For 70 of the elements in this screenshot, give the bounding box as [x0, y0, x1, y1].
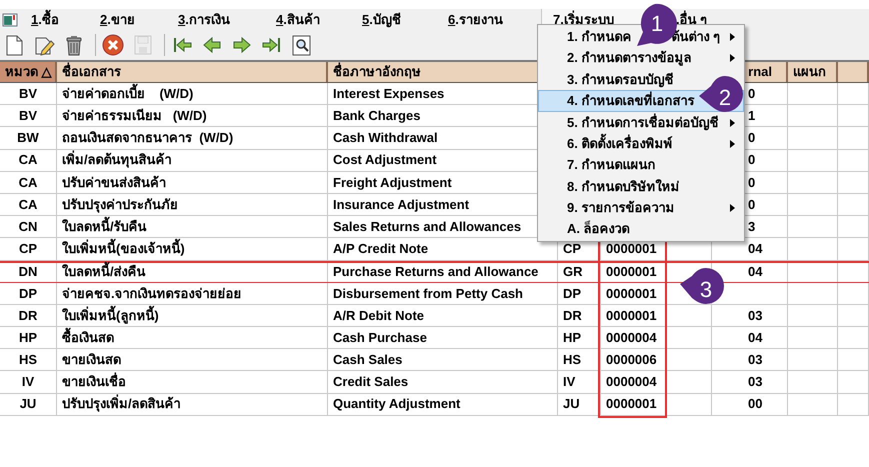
table-cell: 0000006 [601, 349, 712, 370]
table-cell: 03 [712, 349, 788, 370]
table-cell: HS [558, 349, 601, 370]
table-cell: 03 [712, 304, 788, 326]
table-cell: ถอนเงินสดจากธนาคาร (W/D) [57, 127, 328, 149]
submenu-arrow-icon [730, 54, 735, 62]
cancel-icon[interactable] [100, 32, 126, 58]
table-cell: ใบเพิ่มหนี้(ลูกหนี้) [57, 304, 328, 326]
table-cell: ใบเพิ่มหนี้(ของเจ้าหนี้) [57, 238, 328, 260]
table-cell: ใบลดหนี้/ส่งคืน [57, 262, 328, 282]
menu-item[interactable]: 1.ซื้อ [20, 9, 89, 30]
table-cell: Purchase Returns and Allowance [328, 262, 558, 282]
table-cell: เพิ่ม/ลดต้นทุนสินค้า [57, 150, 328, 171]
table-cell: BW [0, 127, 57, 149]
column-header[interactable]: หมวด △ [0, 62, 57, 82]
table-cell: Cash Purchase [328, 327, 558, 348]
table-cell: JU [0, 394, 57, 415]
menu-item[interactable]: 4.สินค้า [265, 9, 351, 30]
app-icon [2, 12, 18, 26]
table-cell: DN [0, 262, 57, 282]
table-cell: HP [0, 327, 57, 348]
submenu-arrow-icon [730, 204, 735, 212]
table-cell: จ่ายค่าดอกเบี้ย (W/D) [57, 83, 328, 104]
table-cell: 0000004 [601, 371, 712, 393]
menu-item[interactable]: 3.การเงิน [167, 9, 265, 30]
table-cell: CA [0, 172, 57, 193]
menu-item[interactable]: 6.รายงาน [437, 9, 541, 30]
table-cell: ขายเงินสด [57, 349, 328, 370]
table-cell: BV [0, 83, 57, 104]
menu-item[interactable]: 5.บัญชี [351, 9, 437, 30]
table-cell: 0000004 [601, 327, 712, 348]
table-cell: จ่ายค่าธรรมเนียม (W/D) [57, 105, 328, 126]
table-cell: DP [0, 282, 57, 304]
table-cell: CA [0, 194, 57, 216]
table-cell: 03 [712, 371, 788, 393]
submenu-arrow-icon [730, 140, 735, 148]
table-cell: ซื้อเงินสด [57, 327, 328, 348]
table-cell: DR [558, 304, 601, 326]
table-cell: Credit Sales [328, 371, 558, 393]
table-cell: ปรับค่าขนส่งสินค้า [57, 172, 328, 193]
table-cell: IV [558, 371, 601, 393]
table-cell: HP [558, 327, 601, 348]
table-cell: 0000001 [601, 304, 712, 326]
submenu-arrow-icon [730, 118, 735, 127]
table-cell: GR [558, 262, 601, 282]
menu-item[interactable]: 2.ขาย [89, 9, 167, 30]
submenu-arrow-icon [730, 33, 735, 41]
table-cell: JU [558, 394, 601, 415]
table-cell: Cash Sales [328, 349, 558, 370]
table-cell: จ่ายคชจ.จากเงินทดรองจ่ายย่อย [57, 282, 328, 304]
table-cell: CN [0, 216, 57, 238]
column-header[interactable]: แผนก [788, 62, 838, 82]
table-cell: DP [558, 282, 601, 304]
table-cell: BV [0, 105, 57, 126]
table-cell: HS [0, 349, 57, 370]
table-cell: 04 [712, 327, 788, 348]
table-cell: ปรับปรุงเพิ่ม/ลดสินค้า [57, 394, 328, 415]
table-cell: 00 [712, 394, 788, 415]
table-cell: A/R Debit Note [328, 304, 558, 326]
table-cell: DR [0, 304, 57, 326]
table-cell: CP [0, 238, 57, 260]
table-cell: CA [0, 150, 57, 171]
table-cell: Quantity Adjustment [328, 394, 558, 415]
table-cell: ใบลดหนี้/รับคืน [57, 216, 328, 238]
column-header[interactable]: ชื่อเอกสาร [57, 62, 328, 82]
table-cell: ปรับปรุงค่าประกันภัย [57, 194, 328, 216]
table-cell: Disbursement from Petty Cash [328, 282, 558, 304]
table-cell: IV [0, 371, 57, 393]
table-cell: 0000001 [601, 394, 712, 415]
table-cell: ขายเงินเชื่อ [57, 371, 328, 393]
